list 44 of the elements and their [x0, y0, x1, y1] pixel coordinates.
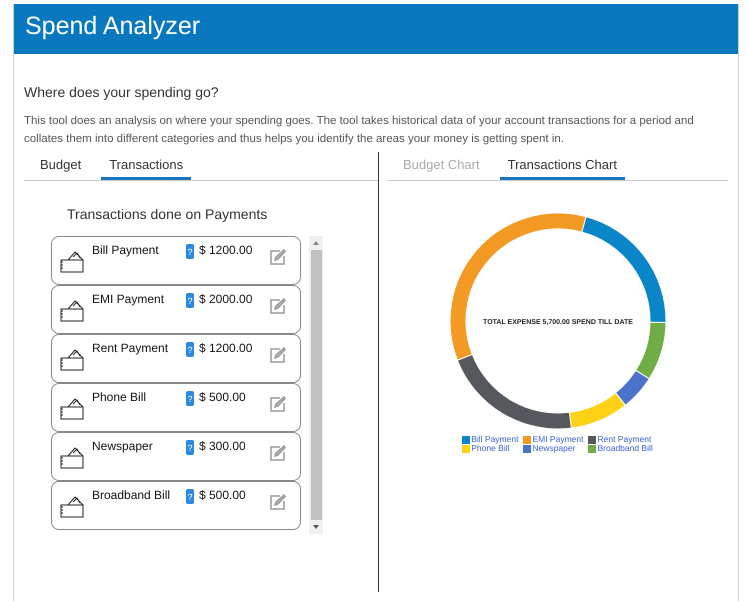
legend-item: Rent Payment [588, 435, 653, 444]
description-text: This tool does an analysis on where your spending goes. The tool takes historical data of your account transactions for a period and collates them into different categories and thus helps you identify the areas your money is getting spent in. [24, 114, 695, 147]
section-heading: Where does your spending go? [24, 84, 220, 100]
legend-item: Broadband Bill [588, 444, 653, 453]
payment-amount: $ 2000.00 [199, 292, 254, 306]
legend-item: Phone Bill [462, 444, 518, 453]
payment-name: Phone Bill [92, 390, 148, 404]
payment-amount: $ 1200.00 [199, 243, 254, 257]
edit-icon[interactable] [270, 249, 286, 265]
list-title: Transactions done on Payments [67, 206, 268, 222]
payment-name: Broadband Bill [92, 488, 172, 502]
transaction-card[interactable]: Phone Bill ? $ 500.00 [51, 383, 301, 432]
payment-amount: $ 500.00 [199, 390, 247, 404]
app-title: Spend Analyzer [25, 12, 200, 40]
help-badge[interactable]: ? [186, 244, 194, 259]
payment-amount: $ 500.00 [199, 488, 247, 502]
transaction-card[interactable]: Bill Payment ? $ 1200.00 [51, 236, 301, 285]
help-badge[interactable]: ? [186, 293, 194, 308]
legend-item: Bill Payment [462, 435, 518, 444]
help-badge[interactable]: ? [186, 342, 194, 357]
edit-icon[interactable] [270, 347, 286, 363]
legend-item: Newspaper [523, 444, 584, 453]
edit-icon[interactable] [270, 494, 286, 510]
payment-name: Rent Payment [92, 341, 170, 355]
tab[interactable]: Transactions Chart [500, 152, 625, 180]
edit-icon[interactable] [270, 445, 286, 461]
edit-icon[interactable] [270, 396, 286, 412]
transaction-card[interactable]: Broadband Bill ? $ 500.00 [51, 481, 301, 530]
help-badge[interactable]: ? [186, 391, 194, 406]
edit-icon[interactable] [270, 298, 286, 314]
payment-amount: $ 300.00 [199, 439, 247, 453]
transaction-card[interactable]: Newspaper ? $ 300.00 [51, 432, 301, 481]
transaction-card[interactable]: Rent Payment ? $ 1200.00 [51, 334, 301, 383]
transaction-card[interactable]: EMI Payment ? $ 2000.00 [51, 285, 301, 334]
payment-name: Bill Payment [92, 243, 160, 257]
payment-amount: $ 1200.00 [199, 341, 254, 355]
payment-name: EMI Payment [92, 292, 166, 306]
legend-item: EMI Payment [523, 435, 584, 444]
payment-name: Newspaper [92, 439, 154, 453]
help-badge[interactable]: ? [186, 440, 194, 455]
tab[interactable]: Budget [32, 152, 90, 180]
help-badge[interactable]: ? [186, 489, 194, 504]
tab[interactable]: Transactions [101, 152, 192, 180]
scrollbar[interactable] [309, 236, 323, 534]
